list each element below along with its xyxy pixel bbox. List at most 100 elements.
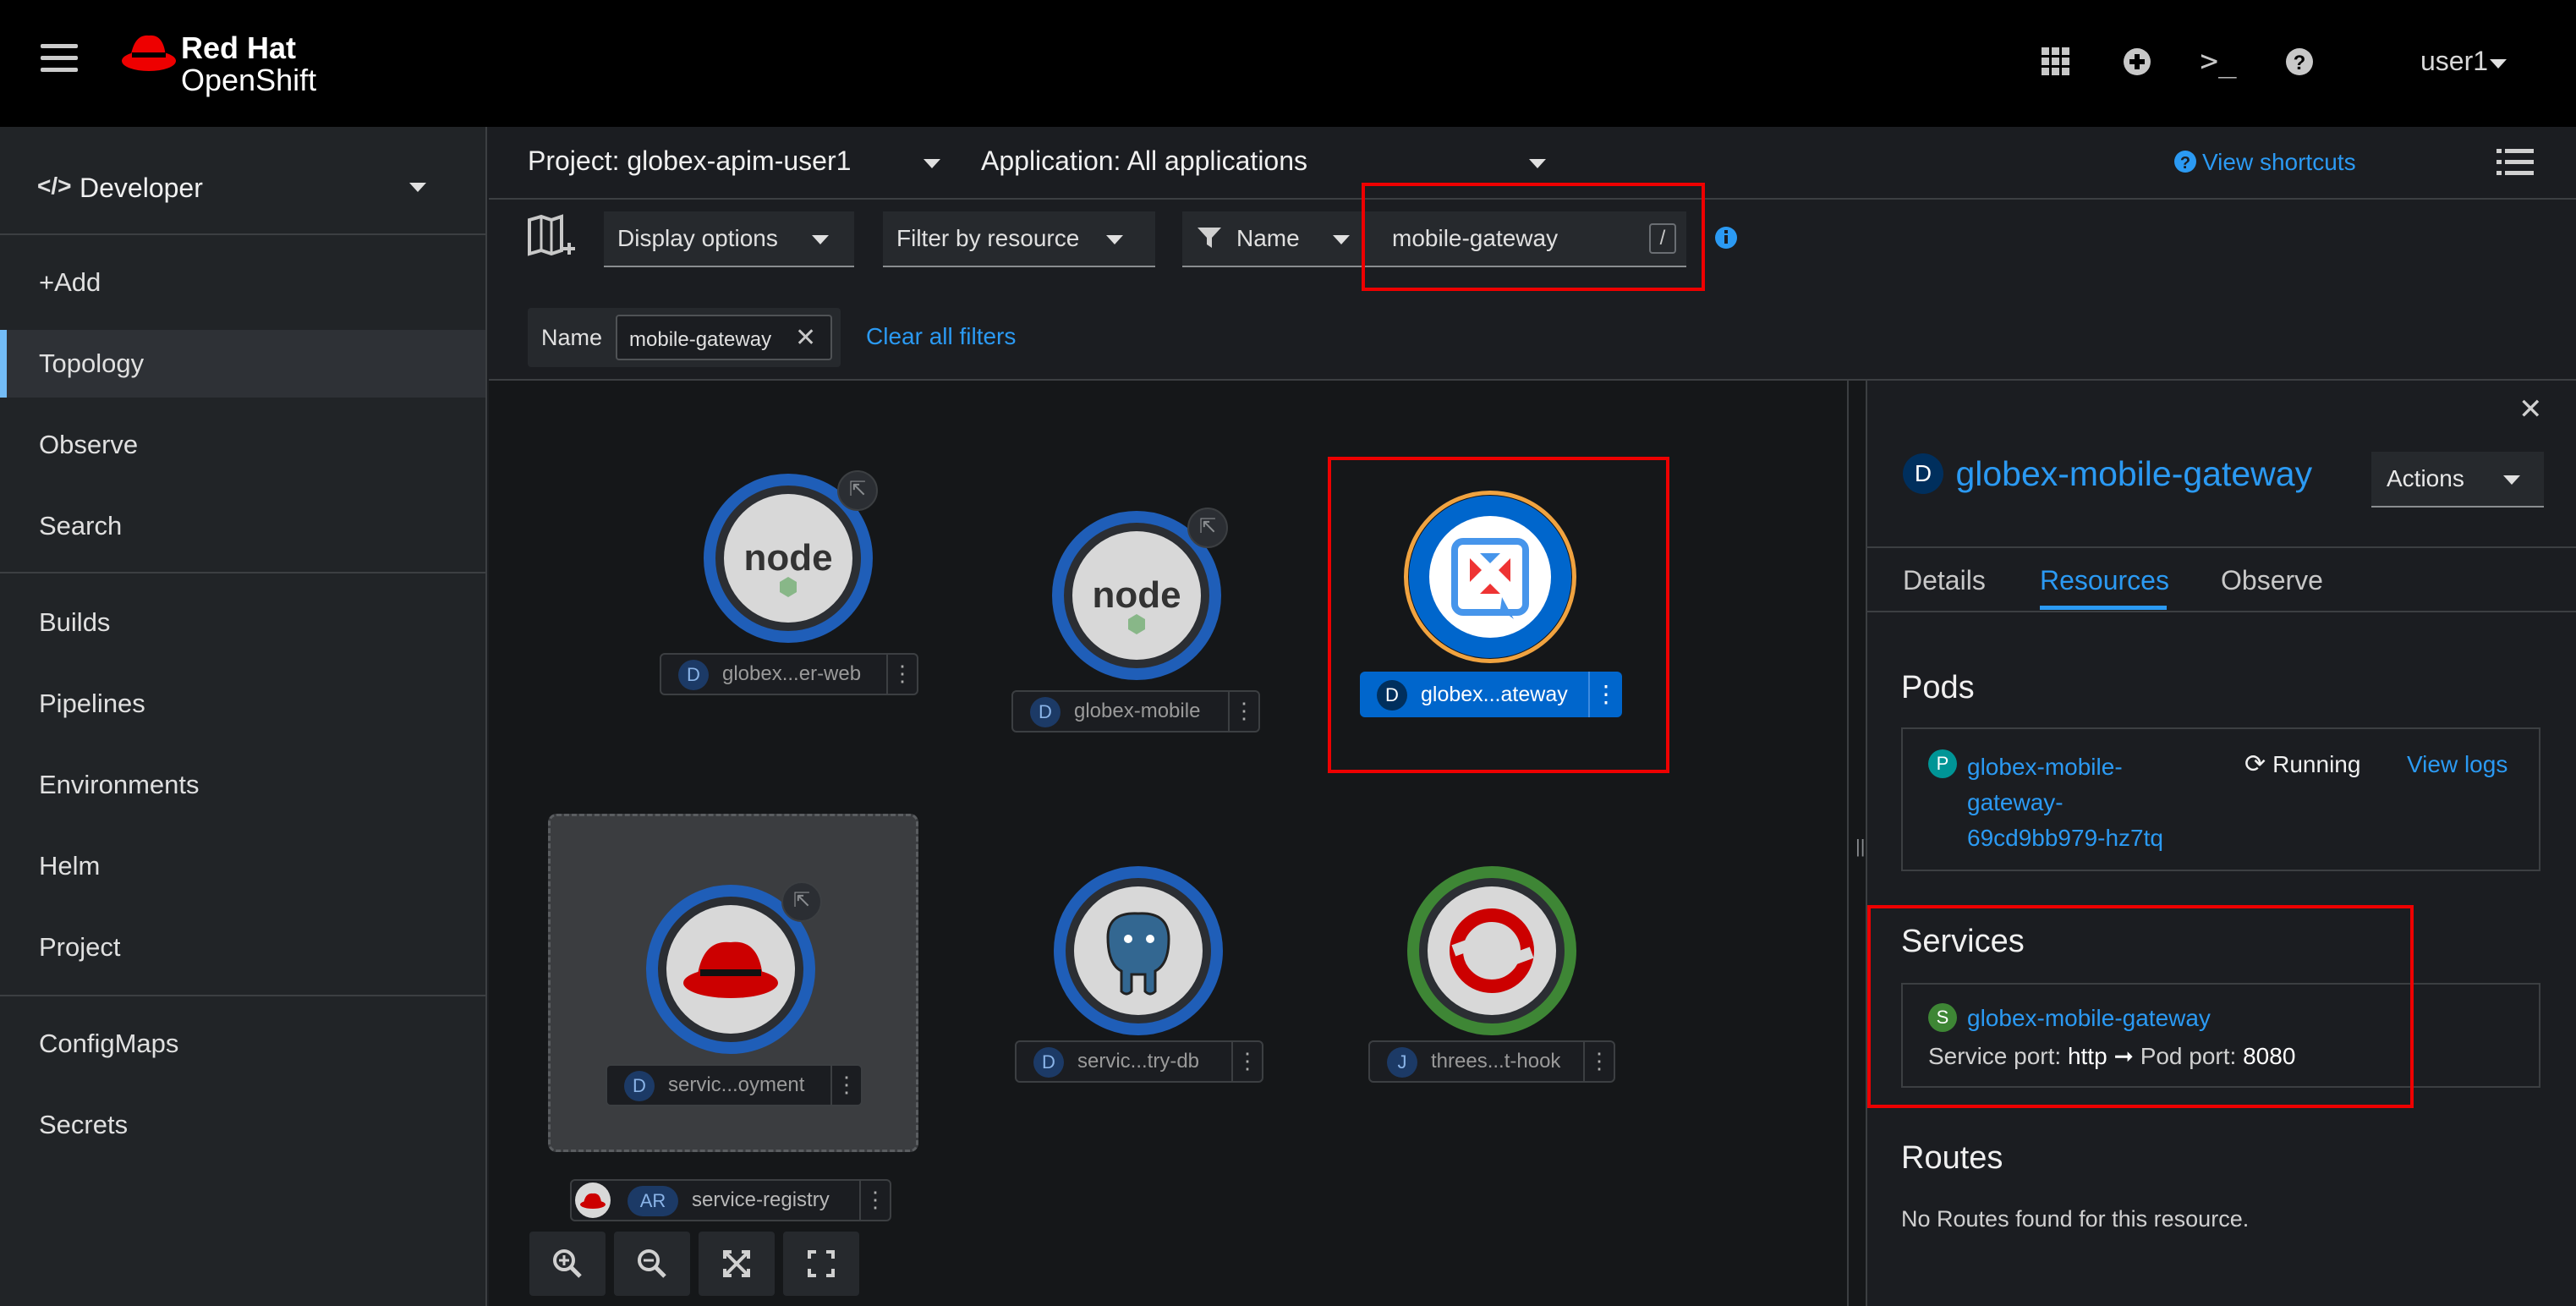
active-tab-indicator: [2040, 606, 2167, 610]
sidebar-item-search[interactable]: Search: [0, 492, 485, 560]
project-label: Project: globex-apim-user1: [528, 145, 852, 176]
external-link-icon[interactable]: ⇱: [1187, 508, 1228, 548]
resource-title: D globex-mobile-gateway: [1903, 453, 2312, 494]
kebab-icon[interactable]: ⋮: [830, 1066, 861, 1105]
hamburger-menu-icon[interactable]: [41, 44, 78, 80]
sidebar-item-add[interactable]: +Add: [0, 249, 485, 316]
terminal-icon[interactable]: >_: [2197, 41, 2239, 83]
sidebar-item-secrets[interactable]: Secrets: [0, 1091, 485, 1159]
sidebar-item-project[interactable]: Project: [0, 914, 485, 981]
pod-name-line: globex-mobile-: [1967, 754, 2123, 780]
sidebar-item-builds[interactable]: Builds: [0, 589, 485, 656]
job-badge: J: [1387, 1046, 1417, 1078]
sidebar-item-configmaps[interactable]: ConfigMaps: [0, 1010, 485, 1078]
fit-to-screen-button[interactable]: [699, 1232, 775, 1296]
deployment-badge: D: [1903, 453, 1943, 494]
info-icon[interactable]: [1713, 225, 1739, 255]
node-label[interactable]: Jthrees...t-hook ⋮: [1368, 1040, 1615, 1083]
caret-down-icon: [924, 159, 940, 168]
node-label-text: servic...oyment: [668, 1073, 805, 1096]
zoom-in-button[interactable]: [529, 1232, 606, 1296]
sidebar-item-pipelines[interactable]: Pipelines: [0, 670, 485, 738]
user-menu[interactable]: user1: [2420, 46, 2507, 77]
red-hat-icon: [122, 35, 176, 71]
help-circle-icon: ?: [2174, 151, 2196, 173]
node-label[interactable]: Dglobex-mobile ⋮: [1011, 690, 1260, 733]
clear-all-filters-label: Clear all filters: [866, 323, 1017, 349]
external-link-icon[interactable]: ⇱: [781, 881, 822, 922]
clear-all-filters-link[interactable]: Clear all filters: [866, 323, 1016, 350]
list-view-icon[interactable]: [2497, 147, 2534, 182]
tab-observe[interactable]: Observe: [2221, 565, 2323, 596]
external-link-icon[interactable]: ⇱: [837, 470, 878, 511]
highlight-box: [1867, 905, 2414, 1108]
reset-view-button[interactable]: [783, 1232, 859, 1296]
kebab-icon[interactable]: ⋮: [859, 1181, 890, 1220]
divider: [1867, 611, 2576, 612]
sidebar-item-environments[interactable]: Environments: [0, 751, 485, 819]
sidebar-item-observe[interactable]: Observe: [0, 411, 485, 479]
sync-icon: ⟳: [2244, 750, 2266, 778]
expand-arrows-icon: [723, 1250, 750, 1277]
nav-divider: [0, 233, 485, 235]
svg-text:node: node: [743, 537, 832, 579]
brand-line1: Red Hat: [181, 30, 297, 65]
display-options-label: Display options: [617, 225, 778, 251]
sidebar: </> Developer +Add Topology Observe Sear…: [0, 127, 487, 1306]
splitter: [1847, 381, 1849, 1306]
caret-down-icon: [1529, 159, 1546, 168]
caret-down-icon: [409, 183, 426, 192]
nodejs-icon: node: [724, 494, 852, 623]
code-icon: </>: [37, 173, 72, 199]
topology-node[interactable]: [1407, 866, 1576, 1035]
node-label[interactable]: Dglobex...er-web ⋮: [660, 653, 918, 695]
node-label[interactable]: Dservic...try-db ⋮: [1015, 1040, 1263, 1083]
filter-by-resource-dropdown[interactable]: Filter by resource: [883, 211, 1155, 267]
close-icon[interactable]: ✕: [2518, 392, 2543, 426]
topology-toolbar: Display options Filter by resource Name …: [489, 183, 2576, 381]
node-label-text: threes...t-hook: [1431, 1050, 1561, 1073]
actions-dropdown[interactable]: Actions: [2371, 452, 2544, 508]
deployment-badge: D: [1030, 696, 1061, 727]
side-panel: ✕ D globex-mobile-gateway Actions Detail…: [1866, 381, 2576, 1306]
topology-node[interactable]: [1054, 866, 1223, 1035]
display-options-dropdown[interactable]: Display options: [604, 211, 854, 267]
divider: [1867, 546, 2576, 548]
redhat-icon: [666, 905, 795, 1034]
pod-status: ⟳ Running: [2244, 749, 2360, 779]
quick-search-icon[interactable]: [526, 213, 577, 268]
kebab-icon[interactable]: ⋮: [886, 655, 917, 694]
actions-label: Actions: [2387, 465, 2464, 491]
tab-details[interactable]: Details: [1903, 565, 1986, 596]
highlight-box: [1362, 183, 1705, 291]
help-icon[interactable]: ?: [2278, 41, 2321, 83]
tab-resources[interactable]: Resources: [2040, 565, 2169, 596]
group-label[interactable]: AR service-registry ⋮: [570, 1179, 891, 1221]
view-logs-link[interactable]: View logs: [2407, 751, 2507, 778]
sidebar-item-topology[interactable]: Topology: [0, 330, 485, 398]
pod-link[interactable]: globex-mobile- gateway- 69cd9bb979-hz7tq: [1967, 749, 2163, 856]
filter-icon: [1198, 228, 1221, 248]
svg-text:?: ?: [2294, 52, 2306, 74]
plus-circle-icon[interactable]: [2116, 41, 2158, 83]
project-selector[interactable]: Project: globex-apim-user1: [528, 127, 967, 200]
caret-down-icon: [812, 235, 829, 244]
topology-canvas[interactable]: node ⇱ Dglobex...er-web ⋮ node ⇱ Dglobex…: [489, 381, 1866, 1306]
grid-icon[interactable]: [2035, 41, 2077, 83]
redhat-icon: [575, 1183, 611, 1218]
kebab-icon[interactable]: ⋮: [1228, 692, 1258, 731]
kebab-icon[interactable]: ⋮: [1583, 1042, 1614, 1081]
resource-name: globex-mobile-gateway: [1955, 453, 2313, 493]
view-shortcuts-link[interactable]: ? View shortcuts: [2173, 149, 2356, 176]
node-label-text: globex-mobile: [1074, 700, 1201, 722]
pod-name-line: gateway-: [1967, 789, 2064, 815]
filter-type-dropdown[interactable]: Name: [1182, 211, 1378, 267]
sidebar-item-helm[interactable]: Helm: [0, 832, 485, 900]
zoom-out-button[interactable]: [614, 1232, 690, 1296]
kebab-icon[interactable]: ⋮: [1231, 1042, 1262, 1081]
node-label[interactable]: Dservic...oyment ⋮: [606, 1064, 863, 1106]
close-icon[interactable]: ✕: [795, 323, 816, 353]
postgresql-icon: [1074, 886, 1203, 1015]
drag-handle-icon[interactable]: ||: [1855, 836, 1865, 858]
perspective-switcher[interactable]: </> Developer: [0, 154, 485, 222]
